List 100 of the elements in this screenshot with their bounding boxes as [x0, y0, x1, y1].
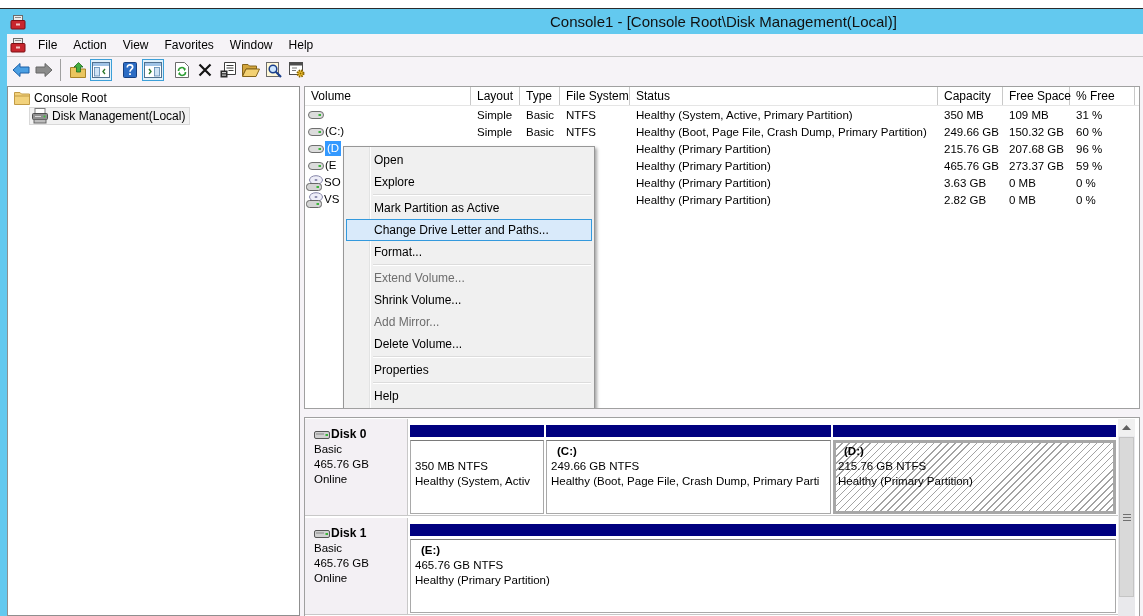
- tree-item[interactable]: Console Root: [11, 89, 112, 107]
- drive-label[interactable]: (E: [325, 158, 337, 173]
- disk-status: Online: [314, 472, 348, 487]
- partition-label: (C:): [556, 444, 577, 459]
- column-header[interactable]: Status: [630, 87, 938, 105]
- partition-size: 465.76 GB NTFS: [415, 558, 504, 573]
- window-title: Console1 - [Console Root\Disk Management(Local)]: [550, 13, 897, 30]
- right-pane-window-icon: [144, 62, 162, 78]
- partition-box[interactable]: (D:) 215.76 GB NTFS Healthy (Primary Partition): [833, 440, 1116, 514]
- disk-type: Basic: [314, 442, 343, 457]
- menu-item[interactable]: Action: [67, 35, 113, 55]
- up-one-level-button[interactable]: [67, 59, 89, 81]
- table-cell-text: 350 MB: [943, 108, 985, 121]
- table-cell-text: 96 %: [1075, 142, 1104, 155]
- table-cell-text: 150.32 GB: [1008, 125, 1065, 138]
- drive-label[interactable]: SO: [324, 175, 341, 190]
- column-header[interactable]: Type: [520, 87, 560, 105]
- drive-with-disc-icon: [306, 191, 323, 208]
- disk-drive-icon: [32, 108, 48, 124]
- table-cell-text: 60 %: [1075, 125, 1104, 138]
- toolbox-icon: [10, 13, 26, 30]
- context-menu-item[interactable]: Delete Volume...: [346, 333, 592, 355]
- disk-status: Online: [314, 571, 348, 586]
- action-pane-toggle-button[interactable]: [142, 59, 164, 81]
- help-icon: [123, 62, 137, 78]
- table-cell-text: Healthy (Primary Partition): [635, 193, 772, 206]
- drive-icon: [308, 126, 324, 137]
- context-menu-item[interactable]: Shrink Volume...: [346, 289, 592, 311]
- column-header[interactable]: Layout: [471, 87, 520, 105]
- table-cell-text: Healthy (Boot, Page File, Crash Dump, Primary Partition): [635, 125, 928, 138]
- scrollbar-thumb[interactable]: [1119, 437, 1134, 597]
- column-header[interactable]: Volume: [305, 87, 471, 105]
- disk-type: Basic: [314, 541, 343, 556]
- column-header[interactable]: Capacity: [938, 87, 1003, 105]
- table-cell-text: 3.63 GB: [943, 176, 988, 189]
- table-cell-text: Healthy (System, Active, Primary Partition): [635, 108, 854, 121]
- tree-item[interactable]: Disk Management(Local): [29, 107, 191, 125]
- table-cell-text: 59 %: [1075, 159, 1104, 172]
- gear-window-icon: [289, 62, 305, 78]
- folder-up-arrow-icon: [70, 62, 86, 78]
- partition-box[interactable]: (C:) 249.66 GB NTFS Healthy (Boot, Page File, Crash Dump, Primary Parti: [546, 440, 831, 514]
- table-cell-text: Simple: [476, 108, 514, 121]
- menu-item[interactable]: File: [32, 35, 64, 55]
- context-menu-item[interactable]: Change Drive Letter and Paths...: [346, 219, 592, 241]
- grip-icon: [1122, 513, 1131, 521]
- disk-size: 465.76 GB: [314, 457, 369, 472]
- partition-box[interactable]: 350 MB NTFS Healthy (System, Activ: [410, 440, 544, 514]
- column-header[interactable]: Free Space: [1003, 87, 1070, 105]
- open-folder-icon: [242, 63, 260, 77]
- scrollbar[interactable]: [1118, 419, 1135, 616]
- menu-item[interactable]: Help: [282, 35, 320, 55]
- table-cell-text: 273.37 GB: [1008, 159, 1065, 172]
- left-pane-window-icon: [92, 62, 110, 78]
- table-cell-text: 2.82 GB: [943, 193, 988, 206]
- disk-size: 465.76 GB: [314, 556, 369, 571]
- table-cell-text: 249.66 GB: [943, 125, 1000, 138]
- folder-icon: [14, 91, 30, 105]
- drive-with-disc-icon: [306, 174, 323, 191]
- context-menu-item[interactable]: Properties: [346, 359, 592, 381]
- caret-up-icon: [1122, 425, 1131, 430]
- table-cell-text: 0 %: [1075, 176, 1097, 189]
- document-list-icon: [220, 62, 236, 78]
- delete-icon: [198, 63, 212, 77]
- drive-icon: [308, 143, 324, 154]
- partition-box[interactable]: (E:) 465.76 GB NTFS Healthy (Primary Partition): [410, 539, 1116, 613]
- partition-status: Healthy (Primary Partition): [838, 474, 973, 489]
- toolbox-icon: [10, 37, 26, 53]
- disk-drive-icon: [314, 528, 330, 539]
- context-menu-item[interactable]: Help: [346, 385, 592, 407]
- partition-size: 249.66 GB NTFS: [551, 459, 640, 474]
- context-menu-item[interactable]: Explore: [346, 171, 592, 193]
- menu-item[interactable]: Favorites: [158, 35, 220, 55]
- table-cell-text: Healthy (Primary Partition): [635, 159, 772, 172]
- table-cell-text: 31 %: [1075, 108, 1104, 121]
- drive-label[interactable]: (C:): [325, 124, 345, 139]
- table-cell-text: Basic: [525, 125, 556, 138]
- console-tree-toggle-button[interactable]: [90, 59, 112, 81]
- menu-item[interactable]: View: [116, 35, 155, 55]
- menu-item[interactable]: Window: [223, 35, 279, 55]
- table-cell-text: Healthy (Primary Partition): [635, 142, 772, 155]
- column-header[interactable]: File System: [560, 87, 630, 105]
- partition-size: 350 MB NTFS: [415, 459, 488, 474]
- disk-drive-icon: [314, 429, 330, 440]
- disk-name: Disk 1: [331, 526, 367, 541]
- context-menu-item[interactable]: Open: [346, 149, 592, 171]
- drive-label[interactable]: VS: [324, 192, 340, 207]
- context-menu-item[interactable]: Format...: [346, 241, 592, 263]
- table-cell-text: Basic: [525, 108, 556, 121]
- table-cell-text: 465.76 GB: [943, 159, 1000, 172]
- scroll-up-button[interactable]: [1118, 419, 1135, 436]
- refresh-icon: [175, 62, 189, 78]
- disk-name: Disk 0: [331, 427, 367, 442]
- column-header[interactable]: % Free: [1070, 87, 1135, 105]
- table-cell-text: NTFS: [565, 108, 598, 121]
- table-cell-text: 0 MB: [1008, 176, 1037, 189]
- table-cell-text: NTFS: [565, 125, 598, 138]
- context-menu-item[interactable]: Mark Partition as Active: [346, 197, 592, 219]
- table-cell-text: 0 MB: [1008, 193, 1037, 206]
- partition-status: Healthy (System, Activ: [415, 474, 531, 489]
- partition-label: (D:): [843, 444, 864, 459]
